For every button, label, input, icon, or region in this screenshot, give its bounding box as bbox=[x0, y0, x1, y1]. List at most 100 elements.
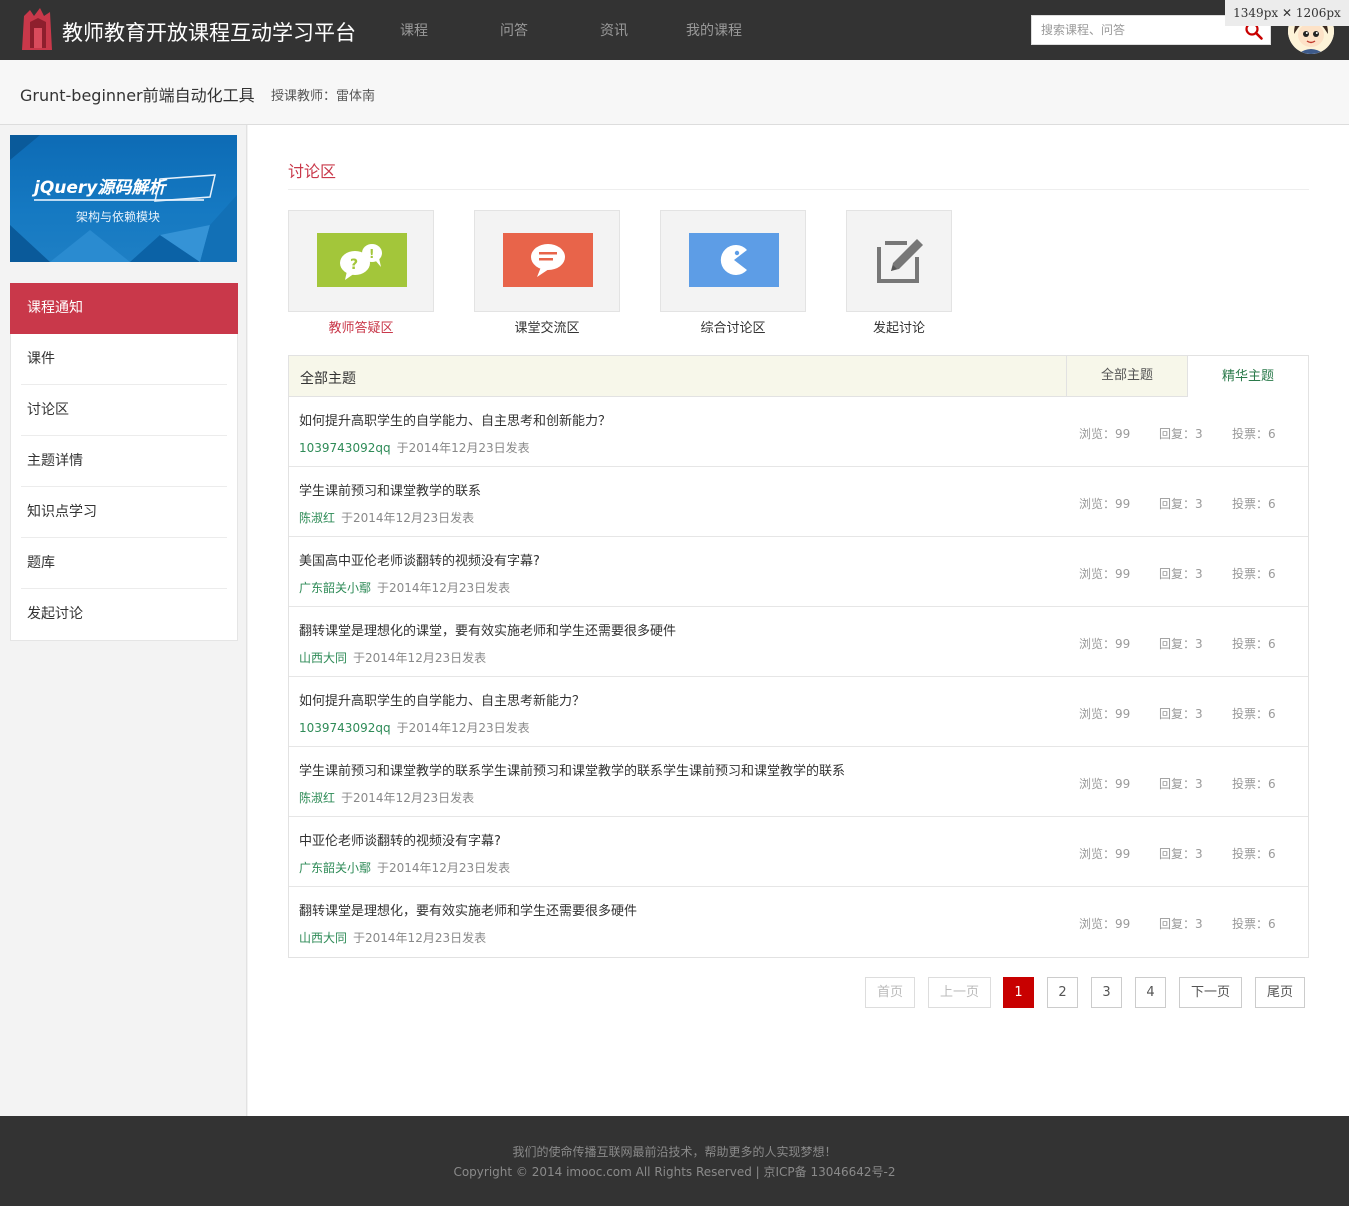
footer: 我们的使命传播互联网最前沿技术，帮助更多的人实现梦想！ Copyright © … bbox=[0, 1116, 1349, 1206]
topic-author[interactable]: 1039743092qq bbox=[299, 721, 391, 735]
topic-title[interactable]: 如何提升高职学生的自学能力、自主思考新能力？ bbox=[299, 690, 585, 709]
pager-prev[interactable]: 上一页 bbox=[928, 977, 991, 1008]
topic-title[interactable]: 翻转课堂是理想化的课堂，要有效实施老师和学生还需要很多硬件 bbox=[299, 620, 676, 639]
sidebar-item-course-notice[interactable]: 课程通知 bbox=[10, 283, 238, 334]
topic-title[interactable]: 翻转课堂是理想化，要有效实施老师和学生还需要很多硬件 bbox=[299, 900, 637, 919]
topic-author[interactable]: 山西大同 bbox=[299, 931, 347, 945]
topic-replies: 回复：3 bbox=[1159, 567, 1203, 581]
topic-votes: 投票：6 bbox=[1232, 427, 1276, 441]
nav-qa[interactable]: 问答 bbox=[500, 20, 528, 40]
category-label[interactable]: 课堂交流区 bbox=[474, 317, 620, 336]
pager-page-1[interactable]: 1 bbox=[1003, 977, 1034, 1008]
topic-views: 浏览：99 bbox=[1079, 707, 1131, 721]
topic-title[interactable]: 中亚伦老师谈翻转的视频没有字幕? bbox=[299, 830, 501, 849]
table-header-title: 全部主题 bbox=[300, 371, 356, 387]
topic-date: 于2014年12月23日发表 bbox=[341, 791, 475, 805]
topic-title[interactable]: 学生课前预习和课堂教学的联系 bbox=[299, 480, 481, 499]
topic-replies: 回复：3 bbox=[1159, 637, 1203, 651]
category-label[interactable]: 教师答疑区 bbox=[288, 317, 434, 336]
topic-views: 浏览：99 bbox=[1079, 497, 1131, 511]
tab-all-topics[interactable]: 全部主题 bbox=[1066, 356, 1187, 396]
table-header: 全部主题 全部主题 精华主题 bbox=[289, 356, 1308, 397]
topic-date: 于2014年12月23日发表 bbox=[341, 511, 475, 525]
topic-author[interactable]: 陈淑红 bbox=[299, 511, 335, 525]
sidebar-item-discussion[interactable]: 讨论区 bbox=[11, 385, 237, 436]
site-title[interactable]: 教师教育开放课程互动学习平台 bbox=[62, 17, 356, 47]
topic-votes: 投票：6 bbox=[1232, 707, 1276, 721]
top-nav-bar: 教师教育开放课程互动学习平台 课程 问答 资讯 我的课程 bbox=[0, 0, 1349, 60]
search-input[interactable] bbox=[1032, 16, 1237, 44]
topic-title[interactable]: 美国高中亚伦老师谈翻转的视频没有字幕? bbox=[299, 550, 540, 569]
nav-courses[interactable]: 课程 bbox=[400, 20, 428, 40]
footer-slogan: 我们的使命传播互联网最前沿技术，帮助更多的人实现梦想！ bbox=[512, 1145, 837, 1159]
table-row[interactable]: 学生课前预习和课堂教学的联系 陈淑红 于2014年12月23日发表 浏览：99 回… bbox=[289, 467, 1308, 537]
topic-title[interactable]: 学生课前预习和课堂教学的联系学生课前预习和课堂教学的联系学生课前预习和课堂教学的… bbox=[299, 760, 845, 779]
topic-votes: 投票：6 bbox=[1232, 777, 1276, 791]
topic-author[interactable]: 1039743092qq bbox=[299, 441, 391, 455]
svg-text:!: ! bbox=[369, 247, 374, 261]
nav-my-courses[interactable]: 我的课程 bbox=[686, 20, 742, 40]
topic-votes: 投票：6 bbox=[1232, 847, 1276, 861]
pager-first[interactable]: 首页 bbox=[865, 977, 915, 1008]
section-title: 讨论区 bbox=[288, 162, 337, 181]
dimension-badge: 1349px ✕ 1206px bbox=[1225, 0, 1349, 26]
site-logo-icon[interactable] bbox=[20, 8, 56, 50]
category-label[interactable]: 综合讨论区 bbox=[660, 317, 806, 336]
pacman-icon bbox=[689, 233, 779, 287]
table-row[interactable]: 翻转课堂是理想化，要有效实施老师和学生还需要很多硬件 山西大同 于2014年12月… bbox=[289, 887, 1308, 957]
tab-featured-topics[interactable]: 精华主题 bbox=[1187, 356, 1308, 397]
topic-author[interactable]: 陈淑红 bbox=[299, 791, 335, 805]
topic-views: 浏览：99 bbox=[1079, 567, 1131, 581]
topic-replies: 回复：3 bbox=[1159, 847, 1203, 861]
table-row[interactable]: 如何提升高职学生的自学能力、自主思考和创新能力？ 1039743092qq 于20… bbox=[289, 397, 1308, 467]
banner-subtitle: 架构与依赖模块 bbox=[76, 210, 161, 224]
svg-text:?: ? bbox=[350, 257, 358, 273]
topic-votes: 投票：6 bbox=[1232, 917, 1276, 931]
course-banner[interactable]: jQuery源码解析 架构与依赖模块 bbox=[10, 135, 237, 262]
nav-news[interactable]: 资讯 bbox=[600, 20, 628, 40]
topics-table: 全部主题 全部主题 精华主题 如何提升高职学生的自学能力、自主思考和创新能力？ … bbox=[288, 355, 1309, 958]
table-row[interactable]: 如何提升高职学生的自学能力、自主思考新能力？ 1039743092qq 于2014… bbox=[289, 677, 1308, 747]
pager-page-3[interactable]: 3 bbox=[1091, 977, 1122, 1008]
topic-views: 浏览：99 bbox=[1079, 847, 1131, 861]
footer-copyright: Copyright © 2014 imooc.com All Rights Re… bbox=[453, 1165, 896, 1179]
topic-replies: 回复：3 bbox=[1159, 497, 1203, 511]
edit-icon bbox=[875, 237, 927, 283]
course-header: Grunt-beginner前端自动化工具 授课教师：雷体南 bbox=[0, 60, 1349, 125]
category-general-discussion[interactable]: 综合讨论区 bbox=[660, 210, 806, 336]
table-row[interactable]: 美国高中亚伦老师谈翻转的视频没有字幕? 广东韶关小鄢 于2014年12月23日发表… bbox=[289, 537, 1308, 607]
topic-replies: 回复：3 bbox=[1159, 427, 1203, 441]
category-teacher-qa[interactable]: ? ! 教师答疑区 bbox=[288, 210, 434, 336]
table-row[interactable]: 中亚伦老师谈翻转的视频没有字幕? 广东韶关小鄢 于2014年12月23日发表 浏览… bbox=[289, 817, 1308, 887]
pager-page-2[interactable]: 2 bbox=[1047, 977, 1078, 1008]
sidebar-item-start-discussion[interactable]: 发起讨论 bbox=[11, 589, 237, 640]
topic-replies: 回复：3 bbox=[1159, 777, 1203, 791]
topic-author[interactable]: 山西大同 bbox=[299, 651, 347, 665]
table-row[interactable]: 学生课前预习和课堂教学的联系学生课前预习和课堂教学的联系学生课前预习和课堂教学的… bbox=[289, 747, 1308, 817]
topic-date: 于2014年12月23日发表 bbox=[353, 651, 487, 665]
topic-date: 于2014年12月23日发表 bbox=[377, 861, 511, 875]
section-divider bbox=[288, 189, 1309, 190]
topic-author[interactable]: 广东韶关小鄢 bbox=[299, 861, 371, 875]
sidebar-item-courseware[interactable]: 课件 bbox=[11, 334, 237, 385]
chat-bubble-icon bbox=[503, 233, 593, 287]
sidebar-item-knowledge[interactable]: 知识点学习 bbox=[11, 487, 237, 538]
topic-title[interactable]: 如何提升高职学生的自学能力、自主思考和创新能力？ bbox=[299, 410, 611, 429]
topic-views: 浏览：99 bbox=[1079, 637, 1131, 651]
pager-last[interactable]: 尾页 bbox=[1255, 977, 1305, 1008]
category-label[interactable]: 发起讨论 bbox=[806, 317, 992, 336]
topic-views: 浏览：99 bbox=[1079, 427, 1131, 441]
topic-date: 于2014年12月23日发表 bbox=[396, 441, 530, 455]
qa-bubbles-icon: ? ! bbox=[317, 233, 407, 287]
sidebar-item-question-bank[interactable]: 题库 bbox=[11, 538, 237, 589]
topic-author[interactable]: 广东韶关小鄢 bbox=[299, 581, 371, 595]
pager-page-4[interactable]: 4 bbox=[1135, 977, 1166, 1008]
topic-replies: 回复：3 bbox=[1159, 707, 1203, 721]
main-content: 讨论区 ? ! 教师答疑区 课堂交流区 综合讨论区 发起讨论 全部主题 全部主题… bbox=[248, 125, 1349, 1116]
topic-date: 于2014年12月23日发表 bbox=[377, 581, 511, 595]
pager-next[interactable]: 下一页 bbox=[1179, 977, 1242, 1008]
category-start-discussion[interactable]: 发起讨论 bbox=[846, 210, 992, 336]
table-row[interactable]: 翻转课堂是理想化的课堂，要有效实施老师和学生还需要很多硬件 山西大同 于2014年… bbox=[289, 607, 1308, 677]
category-class-exchange[interactable]: 课堂交流区 bbox=[474, 210, 620, 336]
sidebar-item-topic-detail[interactable]: 主题详情 bbox=[11, 436, 237, 487]
